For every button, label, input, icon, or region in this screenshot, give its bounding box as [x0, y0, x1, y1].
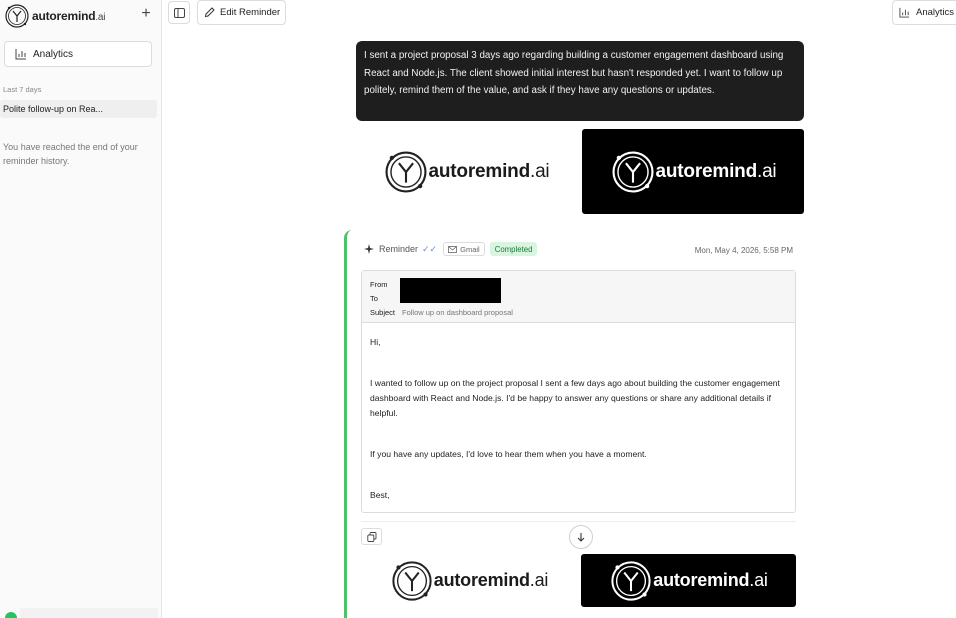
brand-name: autoremind.ai: [32, 9, 106, 23]
sidebar-analytics-button[interactable]: Analytics: [4, 41, 152, 67]
email-paragraph: Hi,: [370, 337, 381, 347]
logo-image-light: autoremind.ai: [363, 554, 575, 607]
email-paragraph: If you have any updates, I'd love to hea…: [370, 449, 647, 459]
brand-logo-icon: [612, 150, 654, 193]
subject-label: Subject: [370, 308, 396, 317]
bar-chart-icon: [15, 49, 26, 60]
sparkle-icon: [364, 244, 374, 254]
email-preview: From To Subject Follow up on dashboard p…: [361, 270, 796, 513]
bar-chart-icon: [899, 7, 910, 18]
status-badge: Completed: [489, 242, 538, 256]
brand-logo-icon: [385, 150, 427, 193]
sidebar-toggle-button[interactable]: [168, 1, 190, 24]
history-section-label: Last 7 days: [3, 85, 42, 94]
logo-image-dark: autoremind.ai: [581, 554, 796, 607]
copy-button[interactable]: [361, 528, 382, 545]
sidebar-footer: [20, 608, 158, 618]
top-analytics-label: Analytics: [916, 7, 955, 18]
sidebar: autoremind.ai + Analytics Last 7 days Po…: [0, 0, 162, 618]
card-divider: [361, 521, 796, 522]
from-label: From: [370, 280, 388, 289]
to-label: To: [370, 294, 378, 303]
reminder-card-header: Reminder ✓✓ Gmail Completed: [363, 242, 538, 256]
edit-reminder-button[interactable]: Edit Reminder: [197, 0, 286, 25]
email-paragraph: I wanted to follow up on the project pro…: [370, 378, 780, 418]
plus-icon[interactable]: +: [138, 6, 154, 22]
brand-logo-icon: [611, 560, 651, 601]
edit-reminder-label: Edit Reminder: [220, 7, 281, 18]
logo-text: autoremind.ai: [428, 160, 550, 182]
reminder-date: Mon, May 4, 2026, 5:58 PM: [694, 246, 793, 255]
user-message-bubble: I sent a project proposal 3 days ago reg…: [356, 41, 804, 121]
brand[interactable]: autoremind.ai: [4, 3, 106, 29]
top-analytics-button[interactable]: Analytics: [892, 0, 956, 25]
brand-logo-icon: [5, 4, 29, 28]
pencil-icon: [204, 7, 215, 18]
redacted-recipients: [400, 278, 501, 303]
arrow-down-icon: [577, 533, 585, 542]
email-meta: From To Subject Follow up on dashboard p…: [362, 271, 795, 323]
sidebar-analytics-label: Analytics: [33, 48, 74, 60]
channel-chip: Gmail: [443, 242, 485, 256]
logo-text: autoremind.ai: [433, 570, 549, 590]
reminder-title: Reminder: [379, 244, 419, 254]
channel-label: Gmail: [460, 244, 480, 254]
sidebar-toggle-icon: [173, 7, 185, 18]
logo-image-dark: autoremind.ai: [582, 129, 804, 214]
history-item[interactable]: Polite follow-up on Rea...: [0, 100, 157, 118]
subject-value: Follow up on dashboard proposal: [402, 308, 513, 317]
online-status-dot: [5, 612, 17, 618]
email-paragraph: Best,: [370, 490, 390, 500]
reminder-card: Reminder ✓✓ Gmail Completed Mon, May 4, …: [344, 230, 804, 618]
logo-text: autoremind.ai: [653, 570, 768, 590]
logo-image-light: autoremind.ai: [366, 129, 566, 214]
email-body: Hi, I wanted to follow up on the project…: [362, 323, 795, 541]
brand-logo-icon: [392, 560, 432, 601]
copy-icon: [366, 531, 376, 542]
mail-icon: [448, 245, 458, 253]
double-check-icon: ✓✓: [422, 243, 438, 254]
scroll-down-button[interactable]: [569, 525, 593, 549]
app-root: autoremind.ai + Analytics Last 7 days Po…: [0, 0, 956, 618]
history-end-note: You have reached the end of your reminde…: [3, 142, 138, 166]
logo-text: autoremind.ai: [655, 160, 777, 182]
